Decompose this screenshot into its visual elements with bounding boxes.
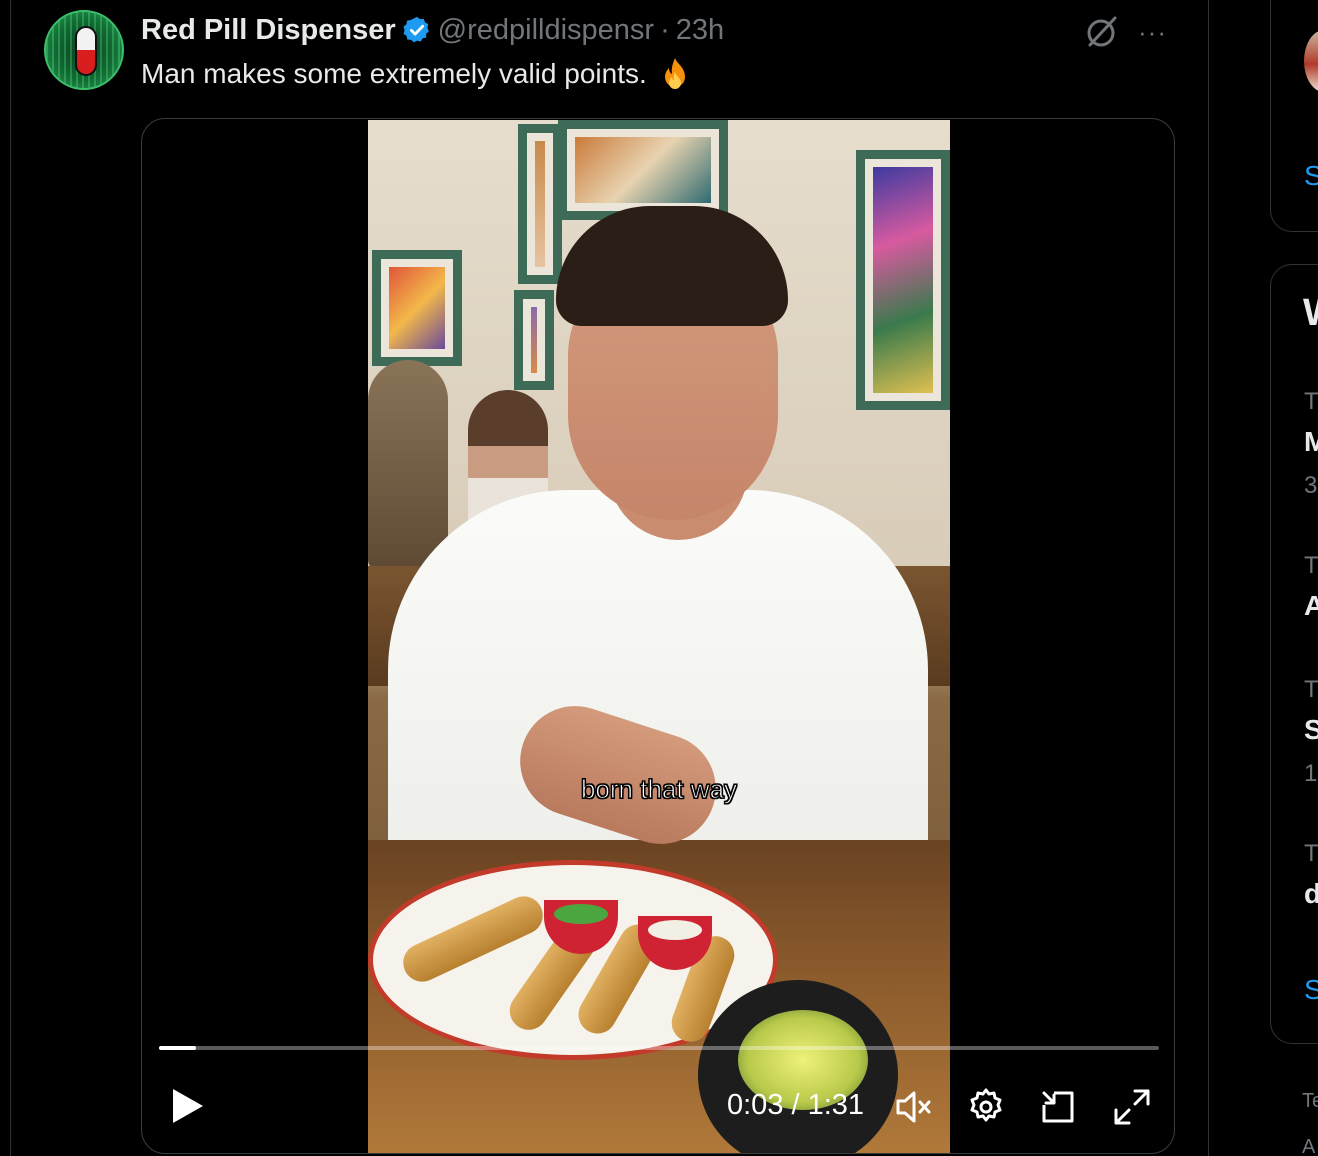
x-timeline-page: Red Pill Dispenser @redpilldispensr · 23… bbox=[0, 0, 1318, 1156]
trend-name[interactable]: S bbox=[1304, 714, 1318, 746]
trend-category[interactable]: T bbox=[1304, 552, 1318, 580]
sidebar-show-more-link[interactable]: S bbox=[1304, 160, 1318, 192]
sidebar-footer-link[interactable]: Te bbox=[1302, 1090, 1318, 1113]
tweet-text-content: Man makes some extremely valid points. bbox=[141, 58, 647, 89]
author-handle[interactable]: @redpilldispensr bbox=[438, 14, 654, 47]
gear-icon[interactable] bbox=[966, 1087, 1006, 1127]
trend-category[interactable]: T bbox=[1304, 840, 1318, 868]
fullscreen-icon[interactable] bbox=[1112, 1087, 1152, 1127]
timeline-left-border bbox=[10, 0, 11, 1156]
video-timecode: 0:03 / 1:31 bbox=[727, 1089, 865, 1121]
more-options-icon[interactable]: ··· bbox=[1138, 18, 1174, 46]
timeline-right-border bbox=[1208, 0, 1209, 1156]
muted-volume-icon[interactable] bbox=[894, 1087, 934, 1127]
trend-name[interactable]: A bbox=[1304, 590, 1318, 622]
play-icon[interactable] bbox=[166, 1085, 208, 1127]
verified-badge-icon[interactable] bbox=[402, 15, 432, 45]
wall-picture bbox=[856, 150, 950, 410]
trend-name[interactable]: d bbox=[1304, 878, 1318, 910]
author-avatar[interactable] bbox=[44, 10, 124, 90]
fire-emoji-icon bbox=[664, 58, 685, 89]
video-progress-bar[interactable] bbox=[159, 1046, 1159, 1050]
sidebar-card bbox=[1270, 0, 1318, 232]
wall-picture bbox=[558, 120, 728, 220]
header-separator: · bbox=[660, 13, 670, 46]
wall-picture bbox=[514, 290, 554, 390]
grok-icon[interactable] bbox=[1084, 14, 1120, 50]
tweet-header: Red Pill Dispenser @redpilldispensr · 23… bbox=[141, 12, 724, 48]
tweet-timestamp[interactable]: 23h bbox=[676, 14, 724, 47]
sidebar-show-more-link[interactable]: S bbox=[1304, 974, 1318, 1006]
wall-picture bbox=[372, 250, 462, 366]
sidebar-trends-title: W bbox=[1303, 292, 1318, 335]
picture-in-picture-icon[interactable] bbox=[1038, 1087, 1078, 1127]
background-person bbox=[368, 360, 448, 570]
trend-count: 1! bbox=[1304, 760, 1318, 787]
trend-name[interactable]: M bbox=[1304, 426, 1318, 458]
sidebar-footer-link[interactable]: A bbox=[1302, 1136, 1315, 1156]
red-pill-icon bbox=[75, 26, 97, 76]
trend-category[interactable]: T bbox=[1304, 676, 1318, 704]
author-display-name[interactable]: Red Pill Dispenser bbox=[141, 14, 396, 47]
sidebar-trends-card bbox=[1270, 264, 1318, 1044]
video-progress-fill bbox=[159, 1046, 196, 1050]
trend-count: 3 bbox=[1304, 472, 1318, 499]
video-player[interactable]: born that way 0:03 / 1:31 bbox=[141, 118, 1175, 1154]
tweet-text: Man makes some extremely valid points. bbox=[141, 56, 693, 92]
video-caption: born that way bbox=[580, 774, 738, 805]
trend-category[interactable]: T bbox=[1304, 388, 1318, 416]
wall-picture bbox=[518, 124, 562, 284]
video-frame[interactable]: born that way bbox=[368, 120, 950, 1153]
